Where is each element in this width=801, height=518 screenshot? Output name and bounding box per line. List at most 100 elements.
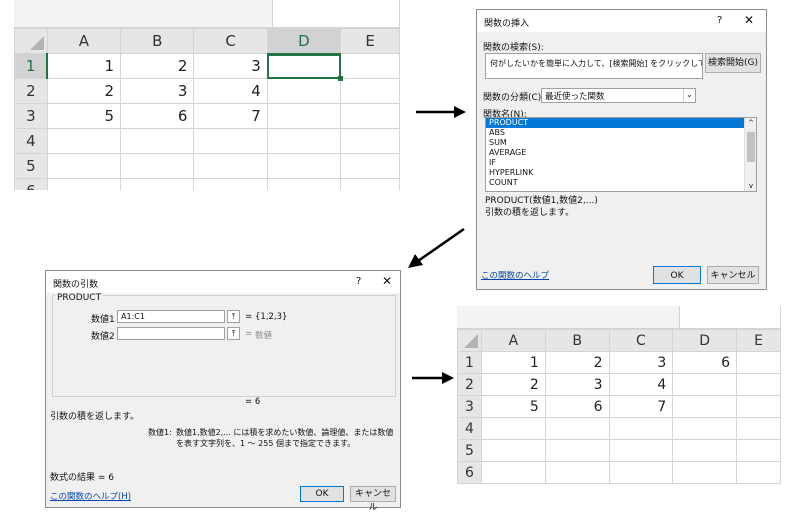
list-item[interactable]: IF: [486, 158, 744, 168]
cell-e4[interactable]: [736, 417, 781, 440]
cell-e4[interactable]: [340, 128, 400, 154]
row-header-6[interactable]: 6: [14, 178, 48, 190]
cell-d4[interactable]: [672, 417, 738, 440]
column-header-b[interactable]: B: [544, 329, 610, 352]
cell-a4[interactable]: [480, 417, 546, 440]
range-select-icon[interactable]: ⤒: [227, 310, 240, 323]
category-select[interactable]: 最近使った関数 ⌄: [541, 88, 696, 103]
cell-d4[interactable]: [266, 128, 342, 154]
select-all-corner[interactable]: [14, 28, 48, 54]
column-header-a[interactable]: A: [480, 329, 546, 352]
row-header-4[interactable]: 4: [14, 128, 48, 154]
row-header-6[interactable]: 6: [457, 461, 482, 484]
help-icon[interactable]: ?: [356, 276, 361, 287]
column-header-d[interactable]: D: [672, 329, 738, 352]
cell-b2[interactable]: 3: [120, 78, 195, 104]
column-header-e[interactable]: E: [736, 329, 781, 352]
cell-b2[interactable]: 3: [544, 373, 610, 396]
list-item[interactable]: COUNT: [486, 178, 744, 188]
cell-d3[interactable]: [672, 395, 738, 418]
column-header-c[interactable]: C: [608, 329, 674, 352]
cell-c1[interactable]: 3: [608, 351, 674, 374]
range-select-icon[interactable]: ⤒: [227, 327, 240, 340]
function-list[interactable]: PRODUCT ABS SUM AVERAGE IF HYPERLINK COU…: [485, 117, 757, 192]
cancel-button[interactable]: キャンセル: [707, 266, 759, 284]
cell-b6[interactable]: [120, 178, 195, 190]
cell-c4[interactable]: [608, 417, 674, 440]
close-icon[interactable]: ✕: [382, 274, 392, 288]
scroll-up-icon[interactable]: ^: [745, 118, 757, 128]
cell-c6[interactable]: [193, 178, 268, 190]
sheet-tab[interactable]: [272, 0, 400, 27]
cell-a2[interactable]: 2: [46, 78, 122, 104]
cell-e5[interactable]: [736, 439, 781, 462]
column-header-b[interactable]: B: [120, 28, 195, 54]
cell-a4[interactable]: [46, 128, 122, 154]
cell-e6[interactable]: [736, 461, 781, 484]
row-header-1[interactable]: 1: [457, 351, 482, 374]
cell-d1-result[interactable]: 6: [672, 351, 738, 374]
cell-b4[interactable]: [544, 417, 610, 440]
column-header-a[interactable]: A: [46, 28, 122, 54]
cell-d5[interactable]: [266, 153, 342, 179]
cell-a1[interactable]: 1: [480, 351, 546, 374]
cell-e2[interactable]: [340, 78, 400, 104]
row-header-1[interactable]: 1: [14, 53, 49, 79]
cell-d2[interactable]: [672, 373, 738, 396]
cell-a1[interactable]: 1: [46, 53, 122, 79]
scroll-thumb[interactable]: [747, 132, 755, 162]
list-item-selected[interactable]: PRODUCT: [486, 118, 744, 128]
cell-e1[interactable]: [736, 351, 781, 374]
cell-c6[interactable]: [608, 461, 674, 484]
cell-a5[interactable]: [480, 439, 546, 462]
row-header-3[interactable]: 3: [14, 103, 48, 129]
cell-c2[interactable]: 4: [608, 373, 674, 396]
arg2-input[interactable]: [117, 327, 225, 340]
cell-c3[interactable]: 7: [608, 395, 674, 418]
row-header-5[interactable]: 5: [14, 153, 48, 179]
cell-a3[interactable]: 5: [480, 395, 546, 418]
help-icon[interactable]: ?: [717, 15, 722, 26]
cell-e2[interactable]: [736, 373, 781, 396]
cell-d1-selected[interactable]: [266, 53, 345, 81]
function-search-input[interactable]: 何がしたいかを簡単に入力して、[検索開始] をクリックしてください。: [485, 53, 703, 79]
function-help-link[interactable]: この関数のヘルプ: [481, 269, 549, 281]
cell-b1[interactable]: 2: [544, 351, 610, 374]
column-header-d[interactable]: D: [266, 28, 342, 55]
ok-button[interactable]: OK: [300, 486, 344, 502]
row-header-2[interactable]: 2: [14, 78, 48, 104]
cell-d2[interactable]: [266, 78, 342, 104]
cell-b1[interactable]: 2: [120, 53, 195, 79]
cell-c3[interactable]: 7: [193, 103, 268, 129]
cell-a2[interactable]: 2: [480, 373, 546, 396]
cell-e3[interactable]: [736, 395, 781, 418]
cell-d6[interactable]: [266, 178, 342, 190]
cell-d3[interactable]: [266, 103, 342, 129]
row-header-2[interactable]: 2: [457, 373, 482, 396]
function-help-link[interactable]: この関数のヘルプ(H): [50, 490, 131, 502]
cell-e5[interactable]: [340, 153, 400, 179]
cell-d6[interactable]: [672, 461, 738, 484]
cell-d5[interactable]: [672, 439, 738, 462]
select-all-corner[interactable]: [457, 329, 482, 352]
search-start-button[interactable]: 検索開始(G): [705, 53, 761, 73]
cell-b3[interactable]: 6: [544, 395, 610, 418]
close-icon[interactable]: ✕: [744, 13, 754, 27]
cancel-button[interactable]: キャンセル: [350, 486, 396, 513]
cell-c5[interactable]: [193, 153, 268, 179]
dropdown-icon[interactable]: ⌄: [683, 89, 695, 102]
row-header-5[interactable]: 5: [457, 439, 482, 462]
list-item[interactable]: HYPERLINK: [486, 168, 744, 178]
cell-a6[interactable]: [480, 461, 546, 484]
list-scrollbar[interactable]: ^ v: [744, 118, 756, 191]
cell-e6[interactable]: [340, 178, 400, 190]
column-header-e[interactable]: E: [340, 28, 400, 54]
arg1-input[interactable]: A1:C1: [117, 310, 225, 323]
cell-c1[interactable]: 3: [193, 53, 268, 79]
cell-b5[interactable]: [120, 153, 195, 179]
row-header-4[interactable]: 4: [457, 417, 482, 440]
list-item[interactable]: AVERAGE: [486, 148, 744, 158]
cell-c5[interactable]: [608, 439, 674, 462]
cell-a3[interactable]: 5: [46, 103, 122, 129]
cell-b4[interactable]: [120, 128, 195, 154]
